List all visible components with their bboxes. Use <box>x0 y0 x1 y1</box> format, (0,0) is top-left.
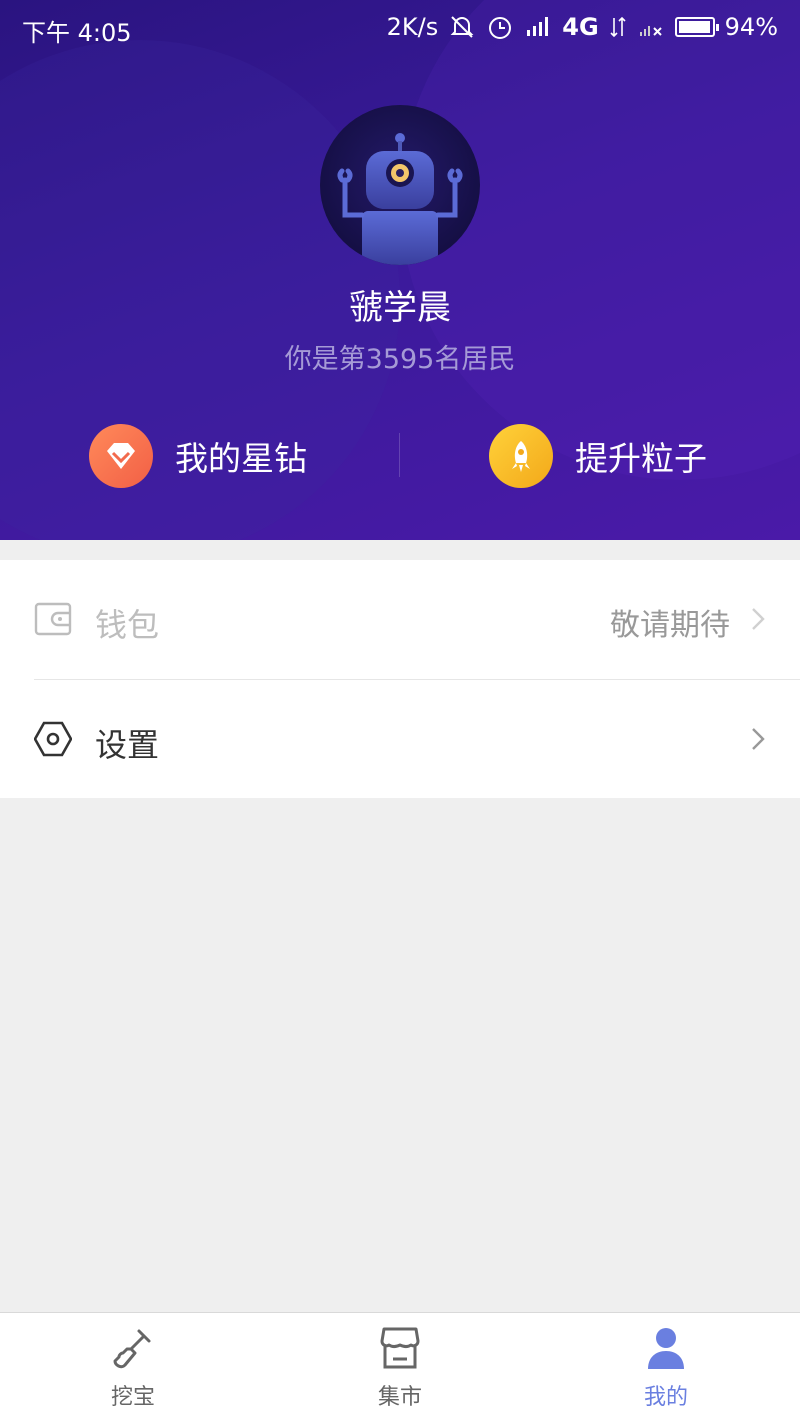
no-signal-icon <box>637 14 665 40</box>
wallet-status: 敬请期待 <box>610 608 730 643</box>
network-type: 4G <box>562 13 599 41</box>
store-icon <box>378 1325 422 1371</box>
tab-mine-label: 我的 <box>643 1385 688 1410</box>
alarm-icon <box>486 14 514 40</box>
rocket-icon <box>489 424 553 488</box>
tab-mine[interactable]: 我的 <box>533 1313 799 1422</box>
status-bar: 下午 4:05 2K/s 4G 94% <box>0 0 800 56</box>
my-diamonds-button[interactable]: 我的星钻 <box>89 424 307 488</box>
username: 虢学晨 <box>349 288 451 328</box>
signal-icon <box>524 14 552 40</box>
robot-avatar[interactable] <box>320 105 480 265</box>
tab-market-label: 集市 <box>377 1385 422 1410</box>
data-arrows-icon <box>609 14 627 40</box>
tab-treasure-label: 挖宝 <box>110 1385 155 1410</box>
menu-item-wallet[interactable]: 钱包 敬请期待 <box>0 560 800 679</box>
wallet-label: 钱包 <box>95 606 160 644</box>
settings-hexagon-icon <box>33 720 73 758</box>
boost-particles-label: 提升粒子 <box>575 439 707 478</box>
status-time: 下午 4:05 <box>22 19 132 47</box>
menu-item-settings[interactable]: 设置 <box>33 679 800 798</box>
resident-number-text: 你是第3595名居民 <box>284 344 516 375</box>
bottom-tab-bar: 挖宝 集市 我的 <box>0 1312 800 1422</box>
settings-label: 设置 <box>95 726 160 764</box>
boost-particles-button[interactable]: 提升粒子 <box>489 424 707 488</box>
chevron-right-icon <box>750 606 766 632</box>
battery-percent: 94% <box>724 13 778 41</box>
network-speed: 2K/s <box>386 13 439 41</box>
action-divider <box>399 433 400 477</box>
chevron-right-icon <box>750 726 766 752</box>
wallet-icon <box>34 600 72 638</box>
menu-list: 钱包 敬请期待 设置 <box>0 560 800 798</box>
tab-market[interactable]: 集市 <box>267 1313 533 1422</box>
mute-bell-icon <box>448 14 476 40</box>
my-diamonds-label: 我的星钻 <box>175 439 307 478</box>
shovel-icon <box>111 1325 155 1371</box>
tab-treasure[interactable]: 挖宝 <box>0 1313 266 1422</box>
battery-icon <box>674 17 719 37</box>
diamond-icon <box>89 424 153 488</box>
profile-header: 下午 4:05 2K/s 4G 94% 虢学晨 你是第3595名居民 我的星钻 … <box>0 0 800 540</box>
user-icon <box>644 1325 688 1371</box>
status-icons: 2K/s 4G 94% <box>387 13 778 41</box>
